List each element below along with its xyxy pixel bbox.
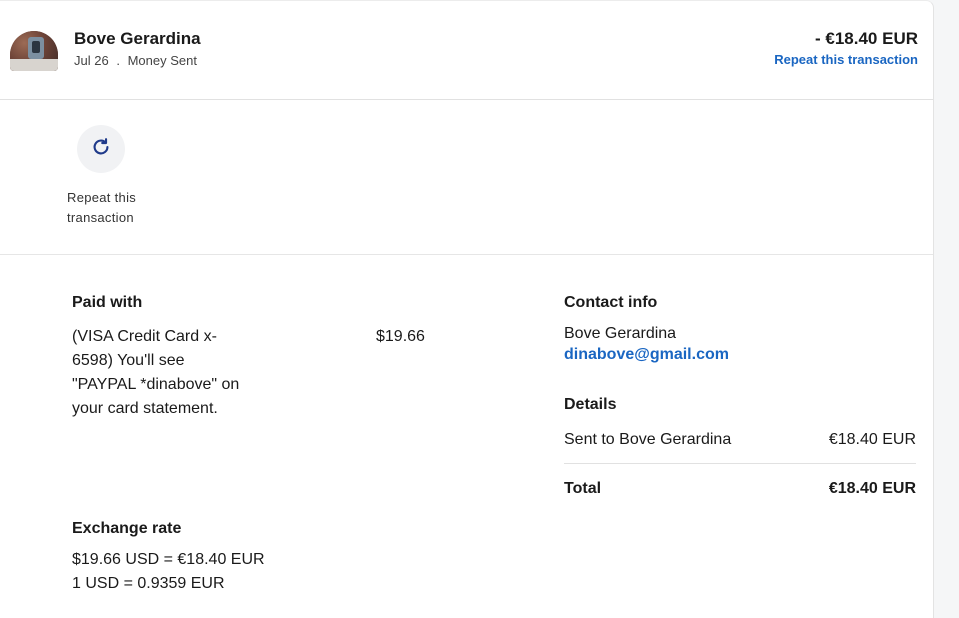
transaction-card: Bove Gerardina Jul 26 . Money Sent - €18…: [0, 0, 934, 618]
actions-section: Repeat this transaction: [0, 100, 933, 255]
transaction-meta: Jul 26 . Money Sent: [74, 53, 197, 68]
repeat-transaction-label: Repeat this transaction: [67, 190, 137, 225]
details-title: Details: [564, 396, 617, 413]
details-divider: [564, 463, 916, 464]
total-value: €18.40 EUR: [828, 480, 916, 497]
contact-email-link[interactable]: dinabove@gmail.com: [564, 346, 729, 364]
payment-method-description: (VISA Credit Card x-6598) You'll see "PA…: [72, 328, 240, 417]
transaction-amount: - €18.40 EUR: [815, 29, 918, 48]
refresh-icon: [90, 136, 112, 163]
sent-to-value: €18.40 EUR: [828, 431, 916, 448]
exchange-rate-conversion: $19.66 USD = €18.40 EUR: [72, 551, 265, 568]
transaction-header: Bove Gerardina Jul 26 . Money Sent - €18…: [0, 1, 933, 100]
exchange-rate-title: Exchange rate: [72, 520, 182, 537]
exchange-rate-ratio: 1 USD = 0.9359 EUR: [72, 575, 225, 592]
repeat-transaction-link[interactable]: Repeat this transaction: [774, 52, 918, 67]
meta-separator: .: [116, 53, 120, 68]
recipient-name: Bove Gerardina: [74, 29, 201, 48]
transaction-type: Money Sent: [127, 53, 197, 68]
total-label: Total: [564, 480, 602, 497]
sent-to-label: Sent to Bove Gerardina: [564, 431, 732, 448]
avatar: [10, 31, 58, 71]
repeat-transaction-button[interactable]: [77, 125, 125, 173]
payment-amount: $19.66: [376, 328, 425, 345]
paid-with-title: Paid with: [72, 294, 143, 311]
contact-name: Bove Gerardina: [564, 325, 677, 342]
contact-info-title: Contact info: [564, 294, 658, 311]
transaction-date: Jul 26: [74, 53, 109, 68]
